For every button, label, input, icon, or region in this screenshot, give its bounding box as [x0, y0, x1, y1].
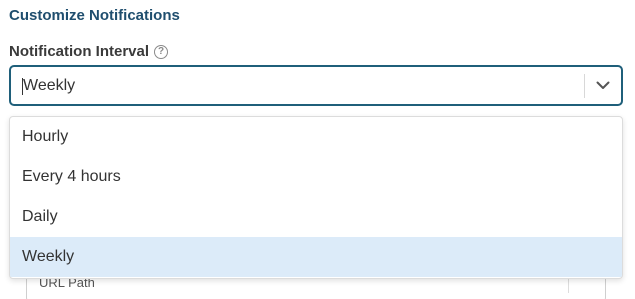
notification-interval-label: Notification Interval	[9, 43, 150, 60]
customize-notifications-panel: Customize Notifications Notification Int…	[0, 0, 635, 299]
notification-interval-dropdown: Hourly Every 4 hours Daily Weekly	[9, 116, 623, 279]
section-title: Customize Notifications	[9, 7, 180, 24]
notification-interval-select[interactable]: Weekly	[9, 65, 623, 106]
notification-interval-value: Weekly	[11, 77, 584, 95]
option-weekly[interactable]: Weekly	[10, 237, 622, 277]
option-every-4-hours[interactable]: Every 4 hours	[10, 157, 622, 197]
chevron-down-icon[interactable]	[585, 67, 621, 104]
notification-interval-label-row: Notification Interval ?	[9, 43, 169, 60]
option-hourly[interactable]: Hourly	[10, 117, 622, 157]
help-icon[interactable]: ?	[154, 44, 169, 59]
option-daily[interactable]: Daily	[10, 197, 622, 237]
